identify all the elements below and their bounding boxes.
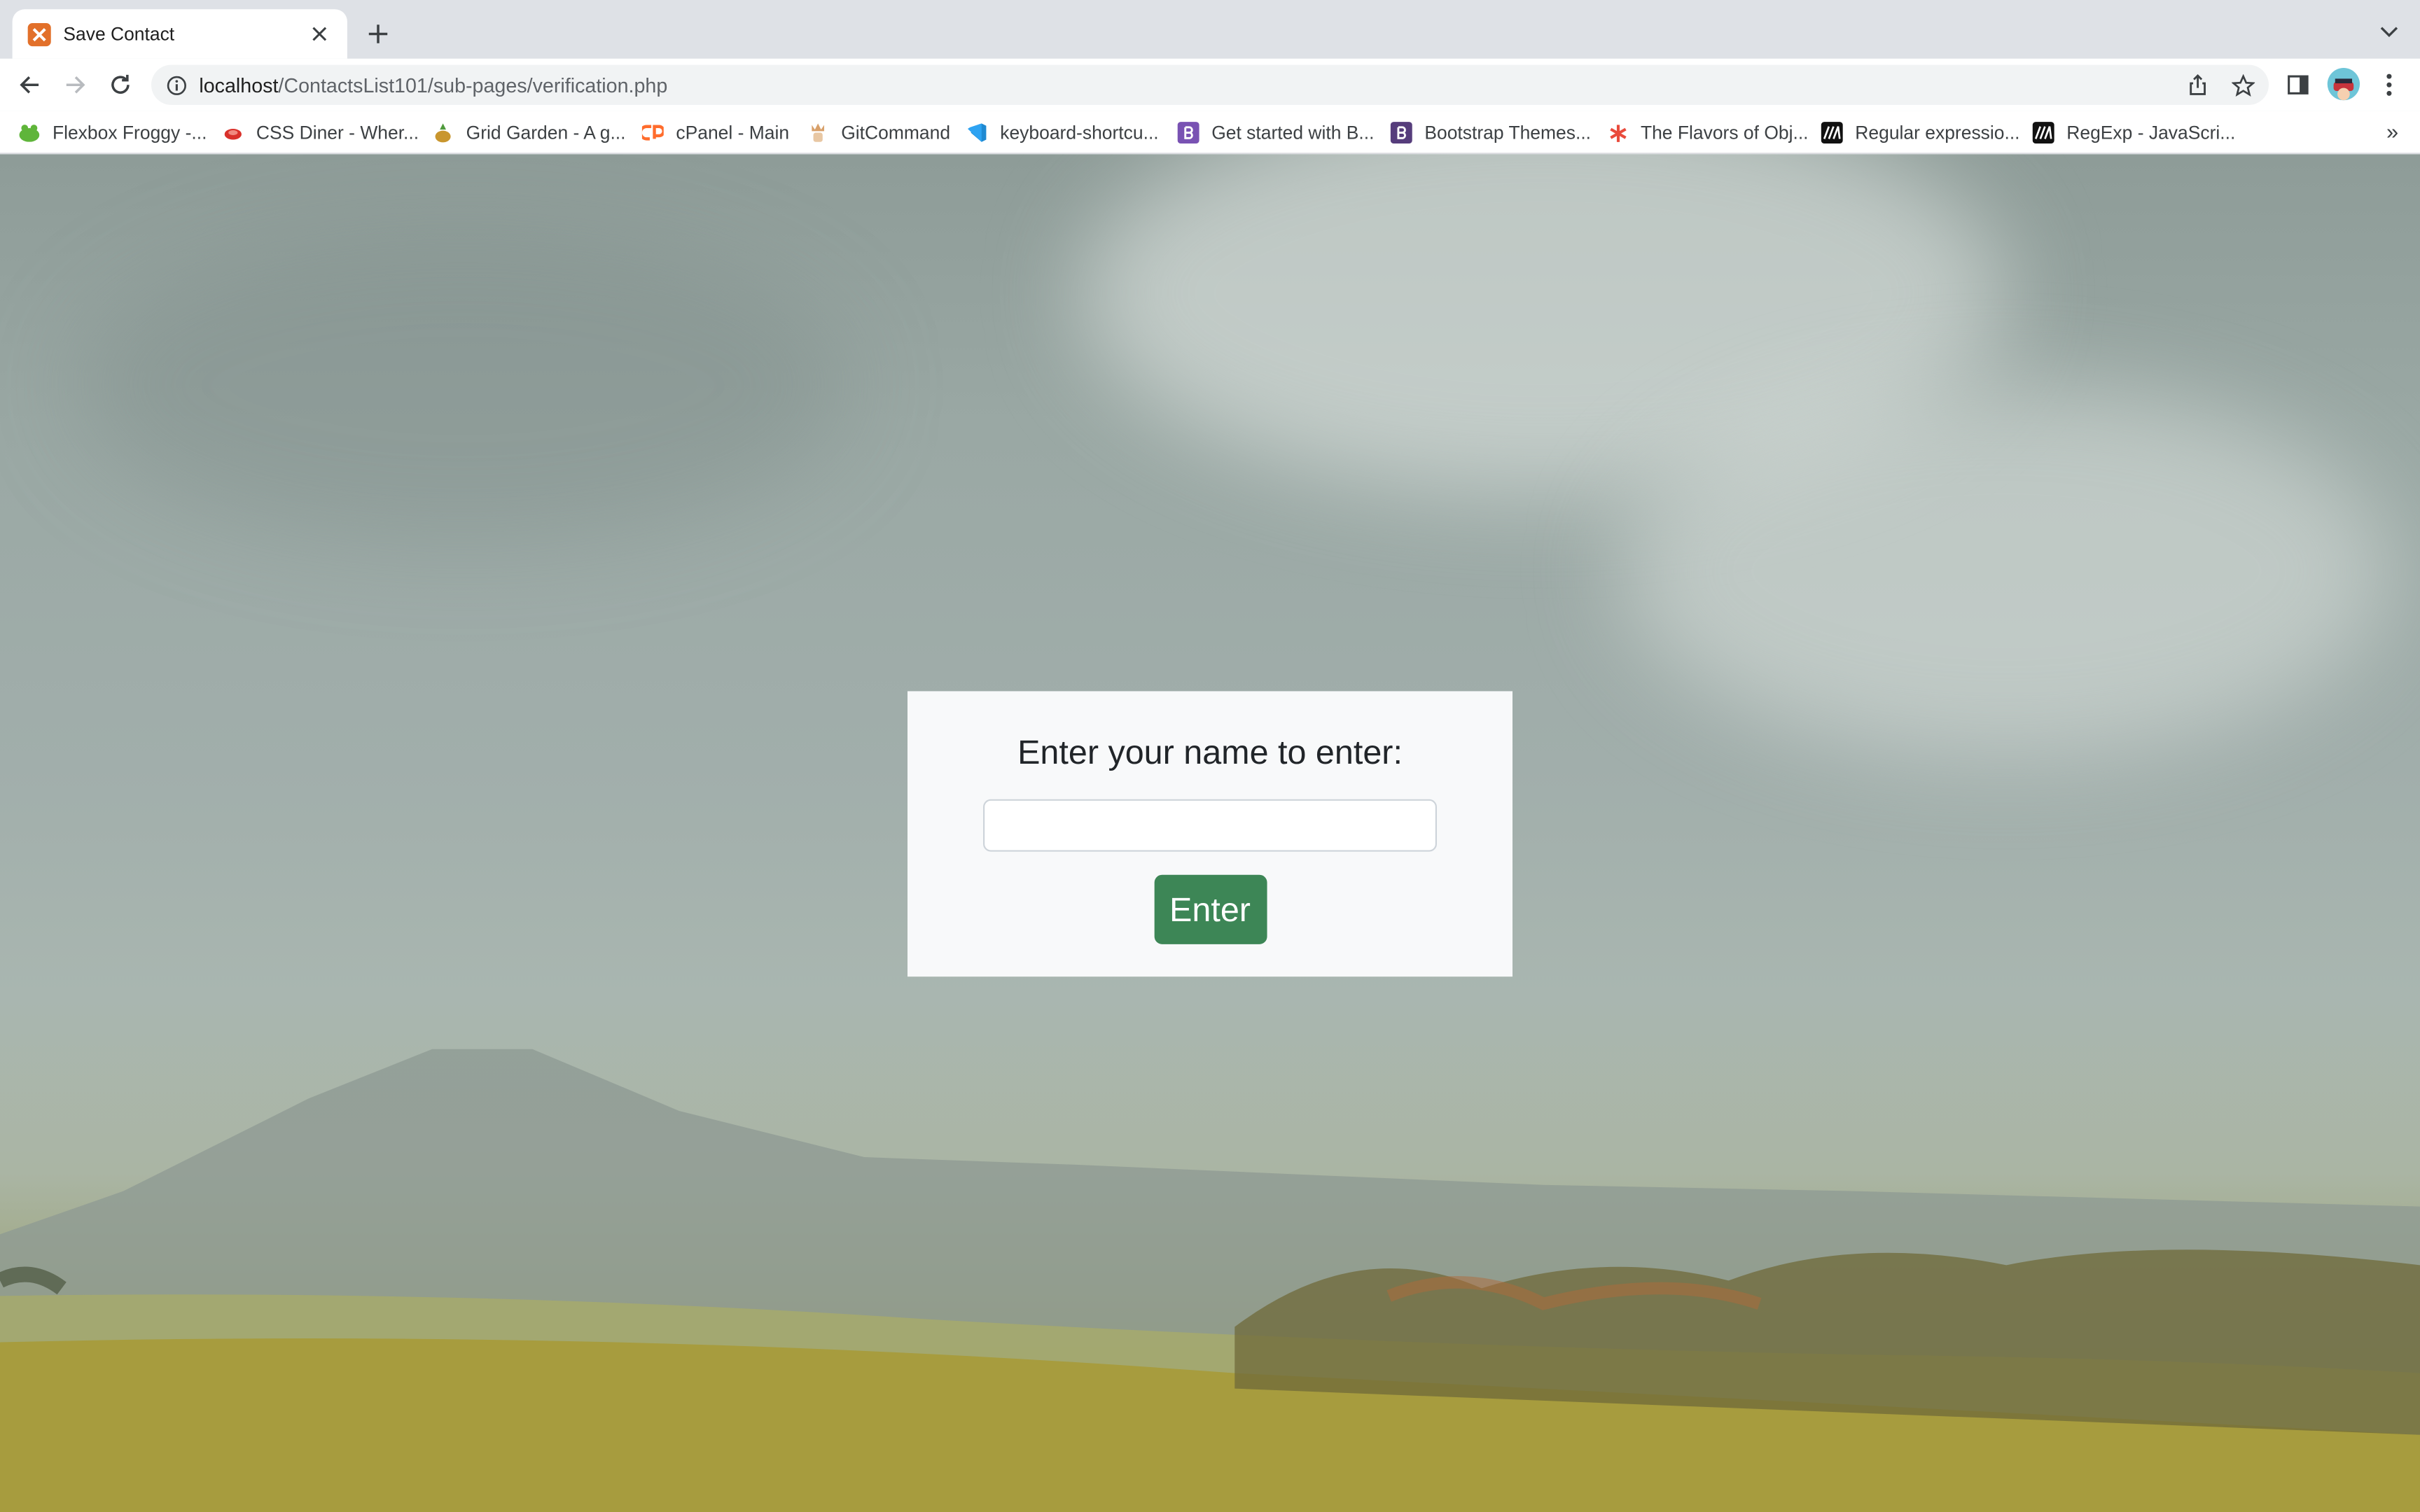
bookmark-label: CSS Diner - Wher... — [256, 122, 419, 144]
git-icon — [807, 122, 829, 144]
bookmark-regexp-javascript[interactable]: RegExp - JavaScri... — [2032, 119, 2236, 147]
asterisk-icon — [1606, 122, 1628, 144]
bootstrap-icon — [1177, 122, 1199, 144]
url-text: localhost/ContactsList101/sub-pages/veri… — [199, 74, 667, 97]
back-icon[interactable] — [13, 68, 46, 102]
bookmark-label: The Flavors of Obj... — [1640, 122, 1809, 144]
new-tab-icon[interactable] — [363, 18, 394, 49]
bookmark-cpanel[interactable]: cPanel - Main — [641, 119, 790, 147]
toolbar: localhost/ContactsList101/sub-pages/veri… — [0, 58, 2420, 111]
bookmark-label: GitCommand — [841, 122, 951, 144]
bootstrap-icon — [1390, 122, 1412, 144]
carrot-icon — [432, 122, 454, 144]
bookmark-label: Grid Garden - A g... — [466, 122, 626, 144]
bookmarks-bar: Flexbox Froggy -... CSS Diner - Wher... … — [0, 111, 2420, 155]
bookmark-regular-expressions[interactable]: Regular expressio... — [1821, 119, 2020, 147]
bookmark-label: Flexbox Froggy -... — [52, 122, 207, 144]
enter-button[interactable]: Enter — [1153, 874, 1267, 944]
info-icon[interactable] — [165, 74, 187, 96]
bookmark-label: RegExp - JavaScri... — [2066, 122, 2236, 144]
bookmark-get-started-bootstrap[interactable]: Get started with B... — [1177, 119, 1375, 147]
more-vert-icon[interactable] — [2374, 69, 2405, 100]
bookmark-grid-garden[interactable]: Grid Garden - A g... — [432, 119, 626, 147]
url-path: /ContactsList101/sub-pages/verification.… — [278, 73, 668, 97]
address-bar[interactable]: localhost/ContactsList101/sub-pages/veri… — [151, 64, 2269, 105]
bookmark-bootstrap-themes[interactable]: Bootstrap Themes... — [1390, 119, 1592, 147]
bookmark-flexbox-froggy[interactable]: Flexbox Froggy -... — [18, 119, 207, 147]
share-icon[interactable] — [2184, 71, 2212, 99]
bookmark-gitcommand[interactable]: GitCommand — [807, 119, 950, 147]
tab-strip: Save Contact — [0, 0, 2420, 59]
star-icon[interactable] — [2229, 71, 2257, 99]
more-bookmarks-icon[interactable]: » — [2386, 119, 2398, 144]
bookmark-label: Regular expressio... — [1855, 122, 2020, 144]
xampp-icon — [27, 22, 51, 46]
bookmark-css-diner[interactable]: CSS Diner - Wher... — [222, 119, 419, 147]
tab-save-contact[interactable]: Save Contact — [12, 9, 347, 59]
chevron-down-icon[interactable] — [2377, 20, 2401, 45]
tab-title: Save Contact — [63, 23, 175, 45]
plate-icon — [222, 122, 244, 144]
reload-icon[interactable] — [104, 68, 137, 102]
mdn-icon — [1821, 122, 1843, 144]
bookmark-label: cPanel - Main — [676, 122, 790, 144]
mdn-icon — [2032, 122, 2054, 144]
bookmark-label: keyboard-shortcu... — [1000, 122, 1159, 144]
forward-icon[interactable] — [59, 68, 92, 102]
cpanel-icon — [641, 122, 664, 144]
url-host: localhost — [199, 73, 279, 97]
card-title: Enter your name to enter: — [1017, 732, 1403, 772]
close-icon[interactable] — [307, 22, 332, 46]
verification-card: Enter your name to enter: Enter — [908, 691, 1512, 977]
bookmark-flavors-of-objects[interactable]: The Flavors of Obj... — [1606, 119, 1809, 147]
bookmark-label: Get started with B... — [1211, 122, 1375, 144]
frog-icon — [18, 122, 40, 144]
name-input[interactable] — [982, 799, 1437, 852]
page-background: Enter your name to enter: Enter — [0, 154, 2420, 1512]
bookmark-label: Bootstrap Themes... — [1424, 122, 1592, 144]
avatar[interactable] — [2327, 67, 2360, 101]
side-panel-icon[interactable] — [2283, 69, 2314, 100]
vscode-icon — [966, 122, 988, 144]
bookmark-keyboard-shortcuts[interactable]: keyboard-shortcu... — [966, 119, 1159, 147]
